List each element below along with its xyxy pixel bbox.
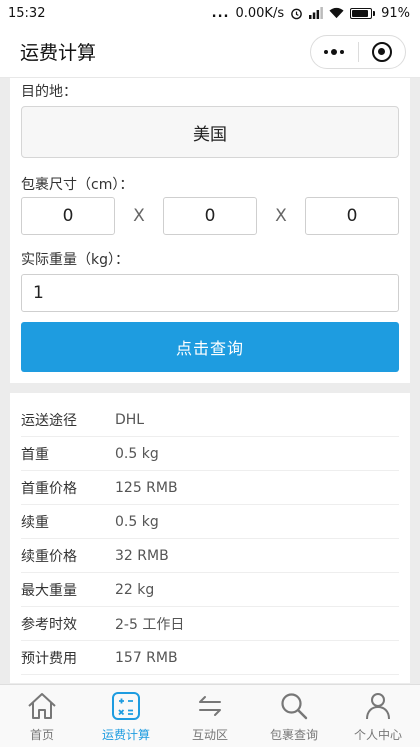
length-input[interactable]: 0: [21, 197, 115, 235]
result-key: 最大重量: [21, 582, 77, 599]
result-row: 首重 0.5 kg: [21, 437, 399, 471]
tab-label: 个人中心: [353, 728, 402, 742]
search-icon: [279, 690, 309, 722]
signal-icon: [309, 7, 323, 19]
battery-icon: [350, 7, 376, 19]
status-bar: 15:32 ... 0.00K/s 91%: [0, 0, 420, 26]
result-key: 参考时效: [21, 616, 77, 633]
destination-label: 目的地：: [21, 84, 77, 100]
wifi-icon: [329, 7, 344, 19]
result-value: DHL: [115, 411, 145, 428]
result-key: 首重价格: [21, 480, 77, 497]
result-row: 参考时效 2-5 工作日: [21, 607, 399, 641]
tab-label: 首页: [29, 728, 54, 742]
nav-bar: 运费计算: [0, 26, 420, 78]
status-dots: ...: [211, 5, 230, 21]
size-inputs: 0 X 0 X 0: [21, 197, 399, 235]
mini-program-capsule: [310, 34, 406, 69]
tab-interaction[interactable]: 互动区: [168, 685, 252, 747]
tab-freight-calculator[interactable]: 运费计算: [84, 685, 168, 747]
tab-bar: 首页 运费计算 互动区 包裹查询 个人中心: [0, 684, 420, 747]
more-dots-icon: [324, 48, 345, 55]
destination-picker[interactable]: 美国: [21, 106, 399, 158]
result-row: 续重价格 32 RMB: [21, 539, 399, 573]
result-row: 运送途径 DHL: [21, 403, 399, 437]
status-indicators: ... 0.00K/s 91%: [212, 6, 410, 21]
result-value: 2-5 工作日: [115, 616, 185, 633]
weight-input[interactable]: 1: [21, 274, 399, 312]
calculator-icon: [111, 690, 141, 722]
network-speed: 0.00K/s: [235, 5, 285, 21]
result-row: 预计费用 157 RMB: [21, 641, 399, 675]
alarm-icon: [291, 8, 302, 19]
result-key: 续重价格: [21, 548, 77, 565]
result-value: 22 kg: [115, 581, 155, 598]
home-icon: [26, 690, 58, 722]
result-key: 首重: [21, 446, 49, 463]
result-value: 0.5 kg: [115, 445, 159, 462]
height-input[interactable]: 0: [305, 197, 399, 235]
width-input[interactable]: 0: [163, 197, 257, 235]
tab-home[interactable]: 首页: [0, 685, 84, 747]
tab-label: 互动区: [191, 728, 228, 742]
size-label: 包裹尺寸（cm）：: [21, 177, 134, 193]
user-icon: [363, 690, 393, 722]
exchange-icon: [195, 690, 225, 722]
result-row: 首重价格 125 RMB: [21, 471, 399, 505]
weight-label: 实际重量（kg）：: [21, 252, 129, 268]
query-button[interactable]: 点击查询: [21, 322, 399, 372]
target-icon: [371, 41, 392, 62]
result-row: 续重 0.5 kg: [21, 505, 399, 539]
result-list: 运送途径 DHL 首重 0.5 kg 首重价格 125 RMB 续重 0.5 kg 续重…: [10, 393, 410, 683]
result-key: 预计费用: [21, 650, 77, 667]
result-value: 32 RMB: [115, 547, 169, 564]
page-title: 运费计算: [20, 42, 97, 64]
result-row: 最大重量 22 kg: [21, 573, 399, 607]
result-value: 125 RMB: [115, 479, 178, 496]
tab-label: 包裹查询: [269, 728, 318, 742]
result-key: 续重: [21, 514, 49, 531]
result-value: 0.5 kg: [115, 513, 159, 530]
times-symbol: X: [133, 206, 145, 226]
tab-label: 运费计算: [101, 728, 150, 742]
close-mini-program-button[interactable]: [359, 36, 406, 68]
shipping-form: 目的地： 美国 包裹尺寸（cm）： 0 X 0 X 0 实际重量（kg）： 1 …: [10, 78, 410, 383]
times-symbol: X: [275, 206, 287, 226]
more-button[interactable]: [311, 36, 358, 68]
result-key: 运送途径: [21, 412, 77, 429]
status-time: 15:32: [8, 5, 46, 21]
tab-package-tracking[interactable]: 包裹查询: [252, 685, 336, 747]
result-value: 157 RMB: [115, 649, 178, 666]
battery-level: 91%: [381, 5, 410, 21]
tab-profile[interactable]: 个人中心: [336, 685, 420, 747]
